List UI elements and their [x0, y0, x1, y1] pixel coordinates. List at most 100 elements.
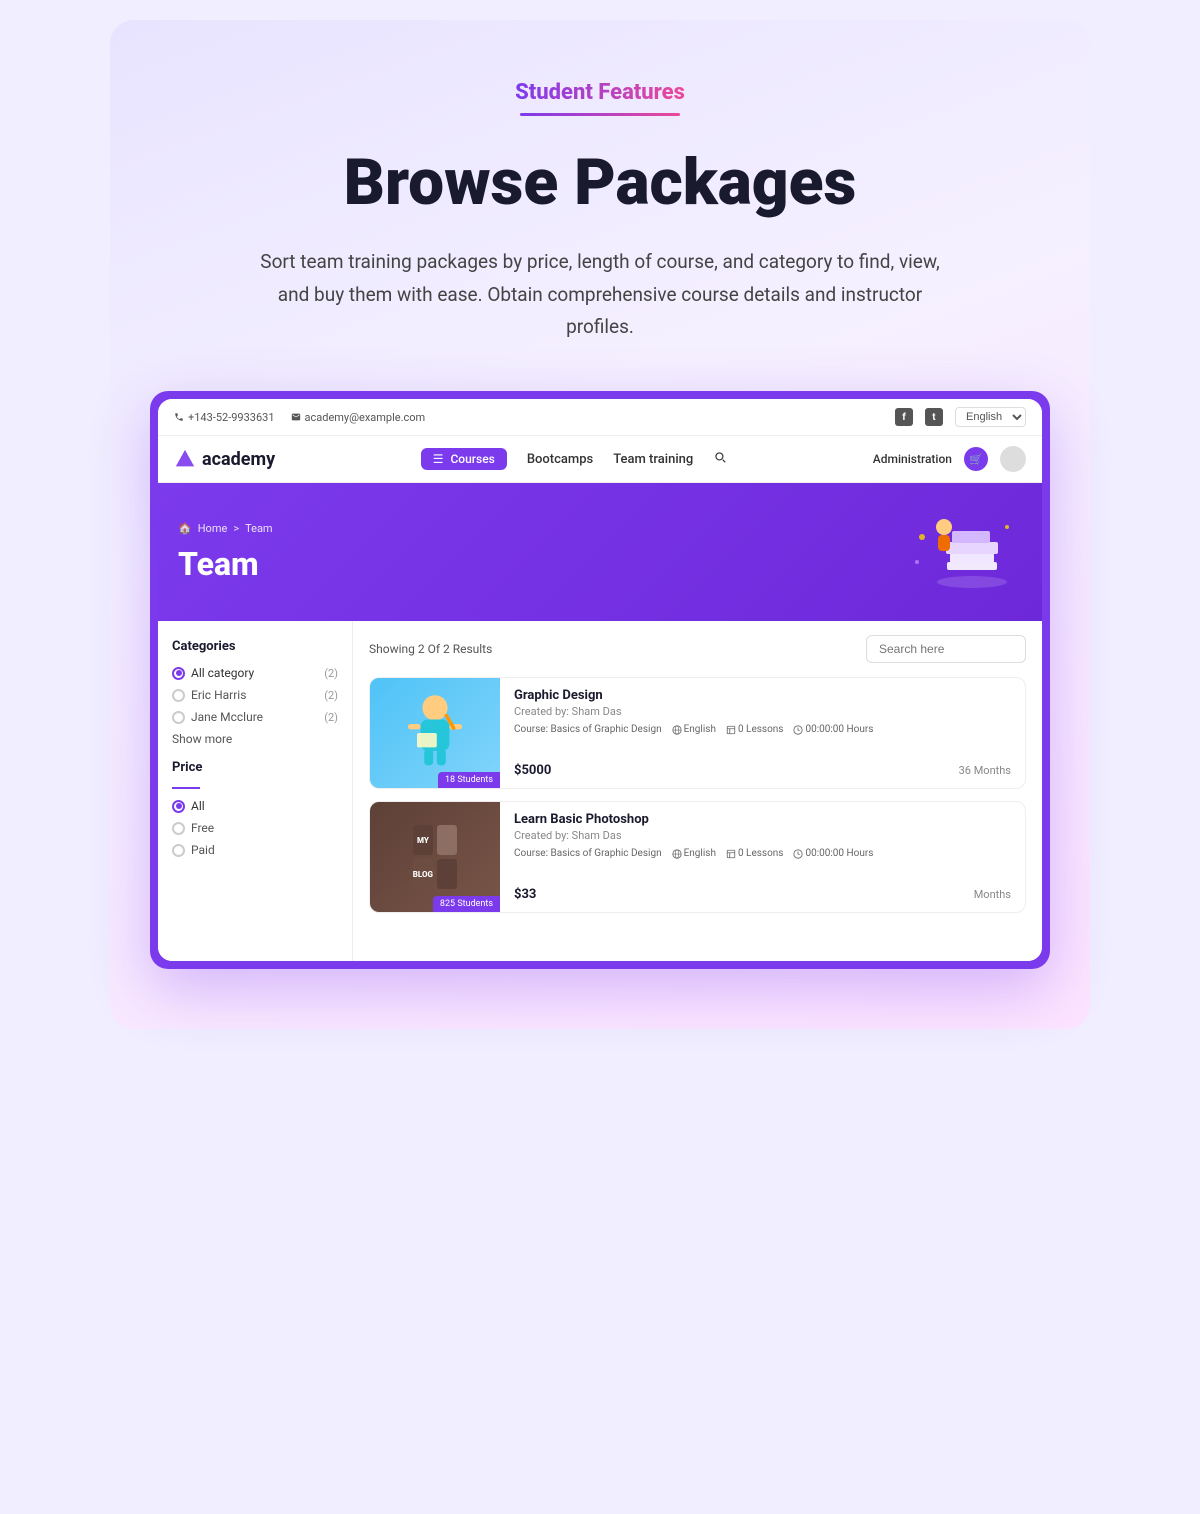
course-card-graphic-design[interactable]: 18 Students Graphic Design Created by: S…: [369, 677, 1026, 789]
menu-icon: ☰: [433, 452, 444, 466]
filter-jane-mcclure-label: Jane Mcclure: [191, 710, 263, 724]
course-lessons-ps: 0 Lessons: [726, 848, 784, 859]
sidebar: Categories All category (2): [158, 621, 353, 961]
course-info-photoshop: Learn Basic Photoshop Created by: Sham D…: [500, 802, 1025, 912]
filter-all-category-label: All category: [191, 666, 254, 680]
email-icon: [291, 412, 301, 422]
students-badge-ps: 825 Students: [433, 896, 500, 912]
nav-bootcamps[interactable]: Bootcamps: [527, 452, 593, 467]
filter-eric-harris-label: Eric Harris: [191, 688, 246, 702]
breadcrumb-separator: >: [233, 522, 239, 535]
filter-price-all-label: All: [191, 799, 205, 813]
course-price-row-gd: $5000 36 Months: [514, 763, 1011, 778]
course-lang-ps: English: [672, 848, 716, 859]
course-duration-gd: 36 Months: [959, 764, 1011, 777]
course-duration-ps: Months: [974, 888, 1011, 901]
nav-courses[interactable]: ☰ Courses: [421, 448, 507, 470]
blog-blocks: MY BLOG: [397, 809, 473, 905]
students-badge-gd: 18 Students: [438, 772, 500, 788]
nav-search-icon[interactable]: [713, 450, 727, 468]
lessons-icon-ps: [726, 849, 736, 859]
top-bar-left: +143-52-9933631 academy@example.com: [174, 411, 425, 424]
section-label-text: Student Features: [515, 80, 685, 105]
clock-icon-ps: [793, 849, 803, 859]
lessons-icon: [726, 725, 736, 735]
filter-price-free-label: Free: [191, 821, 214, 835]
blog-block-empty1: [437, 825, 457, 855]
browser-mockup: +143-52-9933631 academy@example.com f t …: [150, 391, 1050, 969]
hero-banner: 🏠 Home > Team Team: [158, 483, 1042, 621]
course-thumb-photoshop: MY BLOG 825 Students: [370, 802, 500, 912]
filter-eric-harris[interactable]: Eric Harris (2): [172, 688, 338, 702]
radio-all-category[interactable]: [172, 667, 185, 680]
course-title-gd: Graphic Design: [514, 688, 1011, 703]
language-select[interactable]: English: [955, 407, 1026, 427]
breadcrumb-home-icon: 🏠: [178, 522, 192, 535]
facebook-icon[interactable]: f: [895, 408, 913, 426]
breadcrumb: 🏠 Home > Team: [178, 522, 273, 535]
filter-jane-mcclure-count: (2): [324, 711, 338, 724]
twitter-icon[interactable]: t: [925, 408, 943, 426]
results-count: Showing 2 Of 2 Results: [369, 642, 492, 656]
section-underline: [520, 113, 680, 116]
nav-team-training[interactable]: Team training: [613, 452, 693, 467]
course-hours-gd: 00:00:00 Hours: [793, 724, 873, 735]
top-bar: +143-52-9933631 academy@example.com f t …: [158, 399, 1042, 436]
course-list: Showing 2 Of 2 Results: [353, 621, 1042, 961]
filter-eric-harris-count: (2): [324, 689, 338, 702]
course-lang-gd: English: [672, 724, 716, 735]
radio-price-all[interactable]: [172, 800, 185, 813]
nav-bar: academy ☰ Courses Bootcamps Team trainin…: [158, 436, 1042, 483]
filter-price-paid[interactable]: Paid: [172, 843, 338, 857]
filter-price-all[interactable]: All: [172, 799, 338, 813]
hero-left: 🏠 Home > Team Team: [178, 522, 273, 583]
nav-admin[interactable]: Administration: [873, 452, 952, 466]
top-bar-right: f t English: [895, 407, 1026, 427]
blog-block-blog: BLOG: [413, 859, 433, 889]
language-icon-ps: [672, 849, 682, 859]
filter-price-paid-label: Paid: [191, 843, 215, 857]
course-price-row-ps: $33 Months: [514, 887, 1011, 902]
course-title-ps: Learn Basic Photoshop: [514, 812, 1011, 827]
user-avatar[interactable]: [1000, 446, 1026, 472]
hero-title: Team: [178, 545, 273, 583]
search-input[interactable]: [866, 635, 1026, 663]
course-meta-ps: Course: Basics of Graphic Design English…: [514, 848, 1011, 859]
results-header: Showing 2 Of 2 Results: [369, 635, 1026, 663]
course-lessons-gd: 0 Lessons: [726, 724, 784, 735]
filter-price-free[interactable]: Free: [172, 821, 338, 835]
filter-all-category[interactable]: All category (2): [172, 666, 338, 680]
price-title: Price: [172, 760, 338, 775]
browser-inner: +143-52-9933631 academy@example.com f t …: [158, 399, 1042, 961]
course-info-graphic-design: Graphic Design Created by: Sham Das Cour…: [500, 678, 1025, 788]
course-card-photoshop[interactable]: MY BLOG 825 Students Learn Basic Photosh…: [369, 801, 1026, 913]
blog-block-my: MY: [413, 825, 433, 855]
books-illustration: [902, 507, 1022, 597]
filter-jane-mcclure[interactable]: Jane Mcclure (2): [172, 710, 338, 724]
course-creator-ps: Created by: Sham Das: [514, 829, 1011, 842]
radio-eric-harris[interactable]: [172, 689, 185, 702]
section-label: Student Features: [150, 80, 1050, 105]
phone-icon: [174, 412, 184, 422]
categories-title: Categories: [172, 639, 338, 654]
show-more-button[interactable]: Show more: [172, 732, 338, 746]
hero-illustration: [902, 507, 1022, 597]
email-info: academy@example.com: [291, 411, 426, 424]
breadcrumb-home[interactable]: Home: [198, 522, 228, 535]
logo-icon: [174, 448, 196, 470]
filter-all-category-count: (2): [324, 667, 338, 680]
cart-icon[interactable]: 🛒: [964, 447, 988, 471]
content-area: Categories All category (2): [158, 621, 1042, 961]
phone-info: +143-52-9933631: [174, 411, 275, 424]
logo-text: academy: [202, 449, 275, 470]
radio-price-paid[interactable]: [172, 844, 185, 857]
radio-price-free[interactable]: [172, 822, 185, 835]
course-creator-gd: Created by: Sham Das: [514, 705, 1011, 718]
language-icon: [672, 725, 682, 735]
course-hours-ps: 00:00:00 Hours: [793, 848, 873, 859]
course-price-gd: $5000: [514, 763, 551, 778]
radio-jane-mcclure[interactable]: [172, 711, 185, 724]
nav-logo[interactable]: academy: [174, 448, 275, 470]
breadcrumb-page: Team: [245, 522, 273, 535]
blog-block-empty2: [437, 859, 457, 889]
